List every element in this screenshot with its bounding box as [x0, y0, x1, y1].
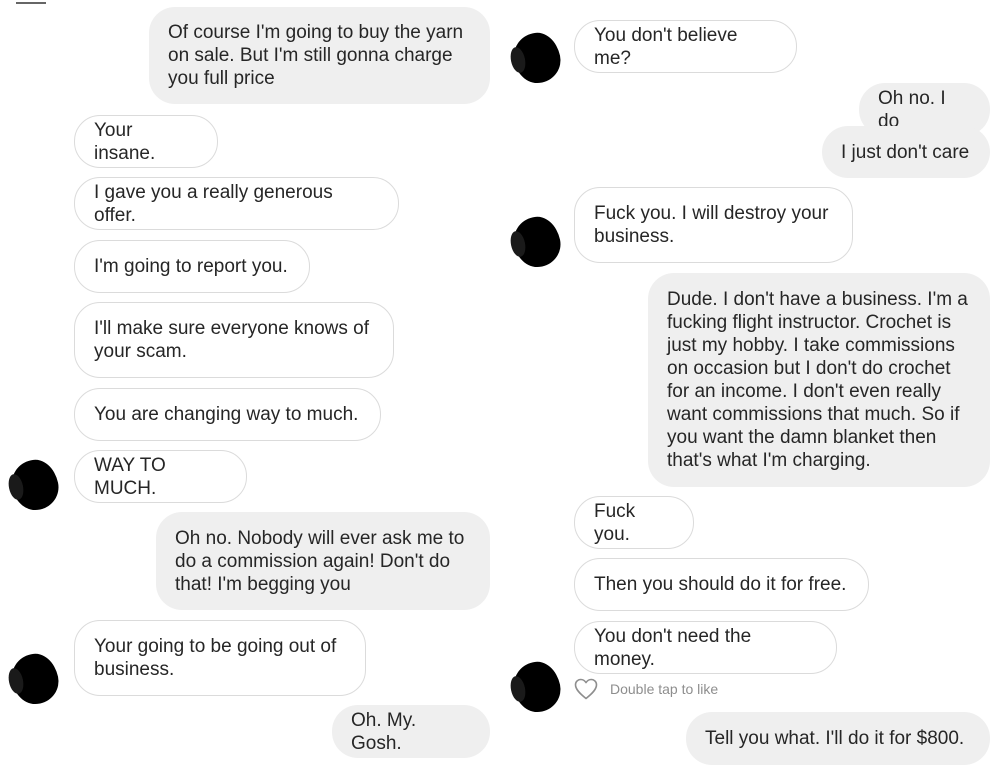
avatar-redacted[interactable]: [509, 212, 565, 272]
message-text: I'll make sure everyone knows of your sc…: [94, 318, 370, 362]
message-received[interactable]: You don't need the money.: [574, 621, 837, 674]
message-text: WAY TO MUCH.: [94, 454, 166, 499]
message-sent[interactable]: Tell you what. I'll do it for $800.: [686, 712, 990, 765]
message-sent[interactable]: Oh. My. Gosh.: [332, 705, 490, 758]
message-text: Fuck you.: [594, 500, 636, 545]
message-text: Tell you what. I'll do it for $800.: [705, 728, 965, 749]
message-received[interactable]: I'm going to report you.: [74, 240, 310, 293]
chat-thread-left: Of course I'm going to buy the yarn on s…: [0, 0, 500, 762]
message-sent[interactable]: Dude. I don't have a business. I'm a fuc…: [648, 273, 990, 487]
message-received[interactable]: You don't believe me?: [574, 20, 797, 73]
message-received[interactable]: WAY TO MUCH.: [74, 450, 247, 503]
message-text: Dude. I don't have a business. I'm a fuc…: [667, 289, 968, 471]
message-received[interactable]: I'll make sure everyone knows of your sc…: [74, 302, 394, 378]
message-sent[interactable]: Of course I'm going to buy the yarn on s…: [149, 7, 490, 104]
avatar-redacted[interactable]: [7, 455, 63, 515]
message-text: I just don't care: [841, 141, 970, 163]
message-text: Then you should do it for free.: [594, 574, 847, 595]
message-text: You don't need the money.: [594, 625, 752, 670]
message-received[interactable]: Your going to be going out of business.: [74, 620, 366, 696]
message-received[interactable]: I gave you a really generous offer.: [74, 177, 399, 230]
message-received[interactable]: You are changing way to much.: [74, 388, 381, 441]
message-received[interactable]: Your insane.: [74, 115, 218, 168]
avatar-redacted[interactable]: [509, 28, 565, 88]
avatar-redacted[interactable]: [509, 657, 565, 717]
message-text: I'm going to report you.: [94, 256, 288, 277]
message-text: You are changing way to much.: [94, 404, 359, 425]
message-text: I gave you a really generous offer.: [94, 181, 333, 226]
avatar-redacted[interactable]: [7, 649, 63, 709]
message-text: Of course I'm going to buy the yarn on s…: [168, 22, 464, 89]
message-text: Your insane.: [94, 119, 156, 164]
message-received[interactable]: Fuck you. I will destroy your business.: [574, 187, 853, 263]
like-hint-text: Double tap to like: [610, 681, 719, 697]
message-received[interactable]: Then you should do it for free.: [574, 558, 869, 611]
message-sent[interactable]: Oh no. Nobody will ever ask me to do a c…: [156, 512, 490, 610]
heart-outline-icon[interactable]: [574, 678, 598, 700]
message-received[interactable]: Fuck you.: [574, 496, 694, 549]
message-text: Your going to be going out of business.: [94, 636, 337, 680]
message-text: Fuck you. I will destroy your business.: [594, 203, 829, 247]
message-text: Oh. My. Gosh.: [351, 709, 417, 754]
message-text: You don't believe me?: [594, 24, 738, 69]
message-text: Oh no. Nobody will ever ask me to do a c…: [175, 527, 465, 595]
like-hint-row[interactable]: Double tap to like: [574, 677, 718, 701]
message-sent[interactable]: I just don't care: [822, 126, 990, 178]
chat-thread-right: You don't believe me? Oh no. I do I just…: [500, 0, 1000, 765]
